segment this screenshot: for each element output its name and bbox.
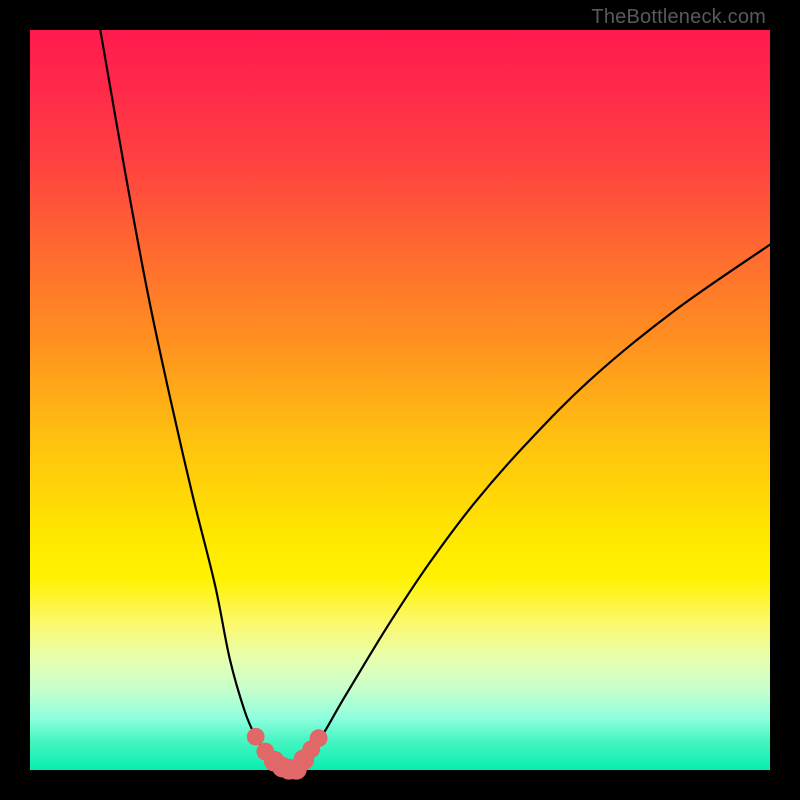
chart-frame: TheBottleneck.com <box>0 0 800 800</box>
plot-area <box>30 30 770 770</box>
watermark-text: TheBottleneck.com <box>591 6 766 29</box>
right-curve <box>290 245 770 770</box>
left-curve <box>100 30 290 770</box>
markers-group <box>247 728 328 780</box>
marker-point <box>310 729 328 747</box>
curve-svg <box>30 30 770 770</box>
marker-point <box>247 728 265 746</box>
